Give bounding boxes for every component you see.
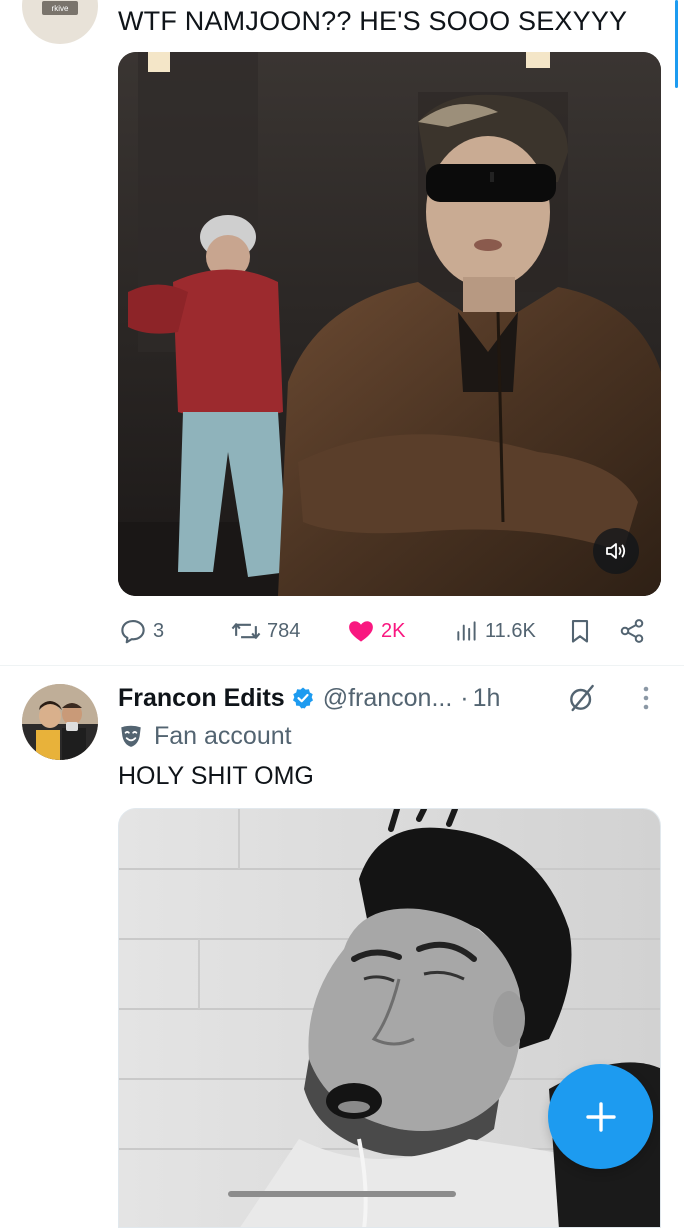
avatar-logo-text: rkive [51, 4, 69, 13]
account-label-text: Fan account [154, 721, 292, 750]
reply-button[interactable]: 3 [118, 612, 164, 650]
header-separator: · [460, 683, 469, 712]
user-handle[interactable]: @francon... [323, 684, 453, 713]
reply-icon [121, 619, 145, 644]
heart-filled-icon [349, 621, 373, 642]
avatar-image [22, 684, 98, 760]
verified-badge-icon[interactable] [291, 686, 315, 710]
tweet-text: WTF NAMJOON?? HE'S SOOO SEXYYY [118, 6, 628, 36]
bookmark-icon [571, 620, 589, 643]
volume-icon [606, 543, 626, 559]
grok-icon [570, 684, 594, 712]
repost-count: 784 [267, 619, 301, 642]
like-button[interactable]: 2K [346, 612, 405, 650]
video-frame [118, 52, 661, 596]
timestamp[interactable]: 1h [473, 684, 501, 713]
repost-icon [231, 623, 261, 639]
tweet-text: HOLY SHIT OMG [118, 762, 314, 790]
bookmark-button[interactable] [566, 612, 594, 650]
volume-button[interactable] [593, 528, 639, 574]
avatar[interactable]: rkive [22, 0, 98, 44]
account-label[interactable]: Fan account [118, 718, 292, 754]
photo [119, 809, 660, 1227]
share-icon [620, 619, 644, 643]
tweet-video[interactable] [118, 52, 661, 596]
plus-icon [585, 1101, 616, 1132]
reply-count: 3 [153, 619, 165, 642]
view-count: 11.6K [485, 619, 536, 642]
tweet-header: Francon Edits @francon... · 1h [118, 680, 500, 716]
compose-button[interactable] [548, 1064, 653, 1169]
avatar[interactable] [22, 684, 98, 760]
tweet-divider [0, 665, 684, 666]
grok-button[interactable] [566, 682, 598, 719]
repost-button[interactable]: 784 [230, 612, 300, 650]
share-button[interactable] [618, 612, 646, 650]
theater-masks-icon [121, 725, 141, 747]
display-name[interactable]: Francon Edits [118, 684, 285, 713]
scrollbar[interactable] [675, 0, 678, 88]
more-vertical-icon [643, 686, 649, 710]
home-indicator[interactable] [228, 1191, 456, 1197]
analytics-icon [457, 621, 476, 641]
tweet-actions: 3 784 2K 11.6K [118, 612, 648, 650]
more-options-button[interactable] [638, 684, 654, 719]
views-button[interactable]: 11.6K [454, 612, 536, 650]
like-count: 2K [381, 619, 406, 642]
